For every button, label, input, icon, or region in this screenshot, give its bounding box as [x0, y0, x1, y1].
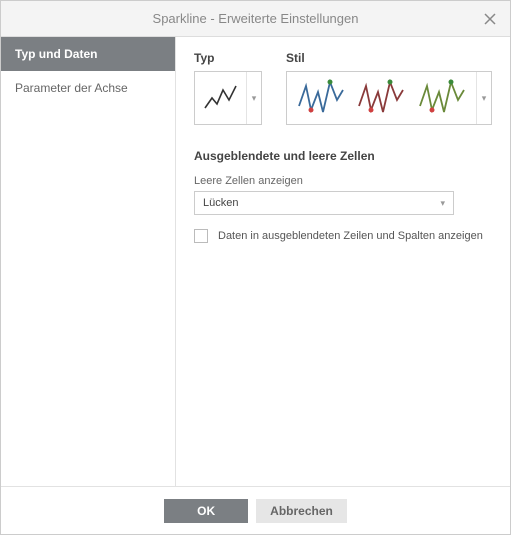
style-dropdown-chevron[interactable]: ▾ [477, 72, 491, 124]
cancel-button-label: Abbrechen [270, 504, 333, 518]
close-icon [484, 13, 496, 25]
style-field: Stil [286, 51, 492, 125]
empty-cells-select[interactable]: Lücken ▾ [194, 191, 454, 215]
chevron-down-icon: ▾ [482, 93, 487, 104]
tab-type-and-data[interactable]: Typ und Daten [1, 37, 175, 71]
chevron-down-icon: ▾ [440, 198, 445, 209]
style-selector[interactable]: ▾ [286, 71, 492, 125]
sparkline-line-icon [201, 78, 241, 118]
type-selector[interactable]: ▾ [194, 71, 262, 125]
show-hidden-checkbox[interactable] [194, 229, 208, 243]
tab-label: Parameter der Achse [15, 81, 128, 95]
type-style-row: Typ ▾ [194, 51, 492, 125]
sidebar: Typ und Daten Parameter der Achse [1, 37, 176, 486]
style-preview [287, 72, 477, 124]
tab-axis-parameters[interactable]: Parameter der Achse [1, 71, 175, 105]
type-label: Typ [194, 51, 262, 65]
style-label: Stil [286, 51, 492, 65]
titlebar: Sparkline - Erweiterte Einstellungen [1, 1, 510, 37]
dialog-body: Typ und Daten Parameter der Achse Typ [1, 37, 510, 486]
cancel-button[interactable]: Abbrechen [256, 499, 347, 523]
ok-button-label: OK [197, 504, 215, 518]
empty-cells-value: Lücken [203, 197, 238, 209]
tab-label: Typ und Daten [15, 47, 97, 61]
close-button[interactable] [478, 7, 502, 31]
type-preview [195, 72, 247, 124]
sparkline-settings-dialog: Sparkline - Erweiterte Einstellungen Typ… [0, 0, 511, 535]
empty-cells-label: Leere Zellen anzeigen [194, 175, 492, 187]
show-hidden-checkbox-row: Daten in ausgeblendeten Zeilen und Spalt… [194, 229, 492, 243]
chevron-down-icon: ▾ [252, 93, 257, 104]
type-dropdown-chevron[interactable]: ▾ [247, 72, 261, 124]
content-panel: Typ ▾ [176, 37, 510, 486]
ok-button[interactable]: OK [164, 499, 248, 523]
show-hidden-checkbox-label: Daten in ausgeblendeten Zeilen und Spalt… [218, 230, 483, 242]
sparkline-style-icon-3 [416, 76, 468, 120]
dialog-title: Sparkline - Erweiterte Einstellungen [153, 11, 359, 26]
type-field: Typ ▾ [194, 51, 262, 125]
sparkline-style-icon-2 [355, 76, 407, 120]
hidden-empty-section-title: Ausgeblendete und leere Zellen [194, 149, 492, 163]
dialog-footer: OK Abbrechen [1, 486, 510, 534]
sparkline-style-icon-1 [295, 76, 347, 120]
